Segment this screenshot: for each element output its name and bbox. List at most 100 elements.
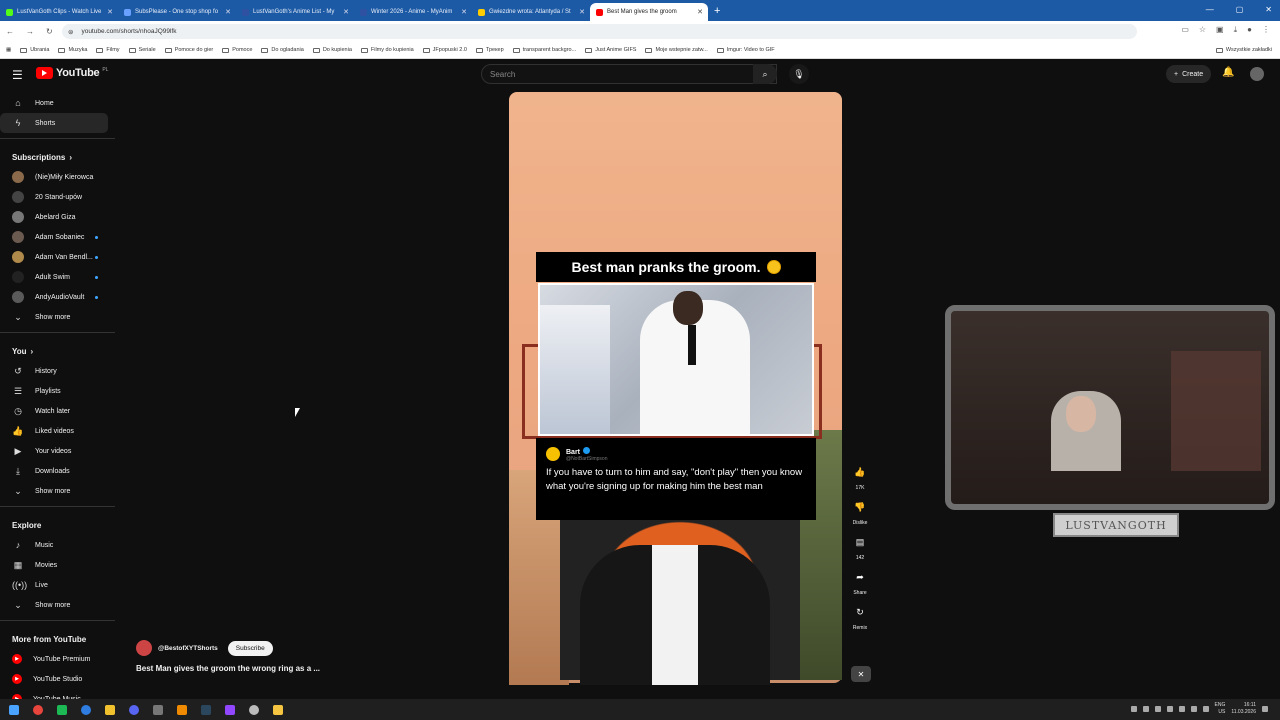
youtube-logo[interactable]: YouTube PL [36,67,108,79]
close-tab-icon[interactable]: ✕ [697,8,703,16]
minimize-icon[interactable]: — [1206,5,1214,14]
subscriptions-heading[interactable]: Subscriptions › [0,144,115,167]
close-tab-icon[interactable]: ✕ [225,8,231,16]
close-tab-icon[interactable]: ✕ [343,8,349,16]
download-icon[interactable]: ⤓ [1234,25,1238,35]
search-button[interactable]: ⌕ [753,64,777,84]
bookmark-item[interactable]: Трекер [475,47,504,53]
url-field[interactable]: ⊜ youtube.com/shorts/nhoaJQ99lfk [62,24,1137,39]
extension-icon[interactable]: ▣ [1216,25,1224,35]
avatar[interactable] [1250,67,1264,81]
edge-icon[interactable] [76,702,96,718]
share-button[interactable]: ➦ Share [846,567,874,597]
close-tab-icon[interactable]: ✕ [579,8,585,16]
sidebar-item-shorts[interactable]: ϟ Shorts [0,113,108,133]
chrome-icon[interactable] [28,702,48,718]
subscription-item[interactable]: Abelard Giza [0,207,108,227]
tray-icon[interactable] [1166,706,1173,712]
comments-button[interactable]: ▤ 142 [846,532,874,562]
sound-thumbnail[interactable]: ✕ [851,666,871,682]
bookmark-item[interactable]: Seriale [128,47,156,53]
menu-icon[interactable]: ☰ [12,68,23,82]
spotify-icon[interactable] [52,702,72,718]
browser-tab[interactable]: Winter 2026 - Anime - MyAnim ✕ [354,3,472,21]
bookmark-item[interactable]: Filmy do kupienia [360,47,414,53]
cast-icon[interactable]: ▭ [1181,25,1189,35]
bookmark-star-icon[interactable]: ☆ [1199,25,1206,35]
browser-tab[interactable]: LustVanGoth Clips - Watch Live ✕ [0,3,118,21]
subscriptions-show-more[interactable]: ⌄ Show more [0,307,108,327]
voice-search-button[interactable]: 🎙 [789,64,809,84]
all-bookmarks[interactable]: Wszystkie zakładki [1215,47,1272,53]
maximize-icon[interactable]: ▢ [1236,5,1244,14]
like-button[interactable]: 👍 17K [846,462,874,492]
subscription-item[interactable]: (Nie)Miły Kierowca [0,167,108,187]
subscription-item[interactable]: 20 Stand-upów [0,187,108,207]
app-icon[interactable] [244,702,264,718]
explore-show-more[interactable]: ⌄ Show more [0,595,108,615]
windows-start-icon[interactable] [4,702,24,718]
create-button[interactable]: + Create [1166,65,1212,83]
sidebar-item-youtube-studio[interactable]: ▶ YouTube Studio [0,669,108,689]
sidebar-item-liked-videos[interactable]: 👍 Liked videos [0,421,108,441]
clock[interactable]: 16:11 11.03.2026 [1231,702,1256,716]
language-indicator[interactable]: ENG US [1215,702,1226,716]
sidebar-item-home[interactable]: ⌂ Home [0,93,108,113]
volume-icon[interactable] [1202,706,1209,712]
bookmark-item[interactable]: Just Anime GIFS [585,47,636,53]
browser-tab[interactable]: LustVanGoth's Anime List - My ✕ [236,3,354,21]
back-icon[interactable]: ← [6,27,14,36]
subscription-item[interactable]: Adult Swim [0,267,108,287]
bookmark-item[interactable]: Imgur: Video to GIF [716,47,775,53]
dislike-button[interactable]: 👎 Dislike [846,497,874,527]
site-info-icon[interactable]: ⊜ [68,28,73,36]
channel-avatar[interactable] [136,640,152,656]
sidebar-item-downloads[interactable]: ⤓ Downloads [0,461,108,481]
subscription-item[interactable]: AndyAudioVault [0,287,108,307]
app-icon[interactable] [148,702,168,718]
sidebar-item-movies[interactable]: ▦ Movies [0,555,108,575]
close-tab-icon[interactable]: ✕ [461,8,467,16]
close-window-icon[interactable]: ✕ [1265,5,1272,14]
file-explorer-icon[interactable] [268,702,288,718]
bookmark-item[interactable]: Pomoce [222,47,252,53]
sidebar-item-watch-later[interactable]: ◷ Watch later [0,401,108,421]
tray-icon[interactable] [1178,706,1185,712]
tray-icon[interactable] [1154,706,1161,712]
browser-tab[interactable]: Best Man gives the groom ✕ [590,3,708,21]
notification-center-icon[interactable] [1262,706,1268,712]
forward-icon[interactable]: → [26,27,34,36]
wifi-icon[interactable] [1190,706,1197,712]
bookmark-item[interactable]: Muzyka [58,47,87,53]
you-heading[interactable]: You › [0,338,115,361]
sidebar-item-history[interactable]: ↺ History [0,361,108,381]
close-tab-icon[interactable]: ✕ [107,8,113,16]
sidebar-item-live[interactable]: ((•)) Live [0,575,108,595]
tray-icon[interactable] [1142,706,1149,712]
browser-menu-icon[interactable]: ⋮ [1262,25,1270,35]
sidebar-item-your-videos[interactable]: ▶ Your videos [0,441,108,461]
twitch-icon[interactable] [220,702,240,718]
reload-icon[interactable]: ↻ [46,27,53,36]
bookmark-item[interactable]: Moje wstepnie zatw... [645,47,708,53]
app-icon[interactable] [100,702,120,718]
new-tab-button[interactable]: + [714,5,720,17]
steam-icon[interactable] [196,702,216,718]
subscription-item[interactable]: Adam Sobaniec [0,227,108,247]
sidebar-item-playlists[interactable]: ☰ Playlists [0,381,108,401]
bookmark-item[interactable]: Ubrania [20,47,49,53]
bookmark-item[interactable]: Filmy [96,47,120,53]
sidebar-item-youtube-premium[interactable]: ▶ YouTube Premium [0,649,108,669]
profile-icon[interactable]: ● [1247,25,1252,35]
sidebar-item-music[interactable]: ♪ Music [0,535,108,555]
browser-tab[interactable]: SubsPlease - One stop shop fo ✕ [118,3,236,21]
remix-button[interactable]: ↻ Remix [846,602,874,632]
subscribe-button[interactable]: Subscribe [227,640,273,656]
bookmark-item[interactable]: transparent backgro... [512,47,576,53]
vlc-icon[interactable] [172,702,192,718]
video-title[interactable]: Best Man gives the groom the wrong ring … [136,664,320,673]
bookmark-item[interactable]: Do ogladania [261,47,304,53]
tray-icon[interactable] [1130,706,1137,712]
subscription-item[interactable]: Adam Van Bendl... [0,247,108,267]
bookmark-item[interactable]: Do kupienia [312,47,352,53]
